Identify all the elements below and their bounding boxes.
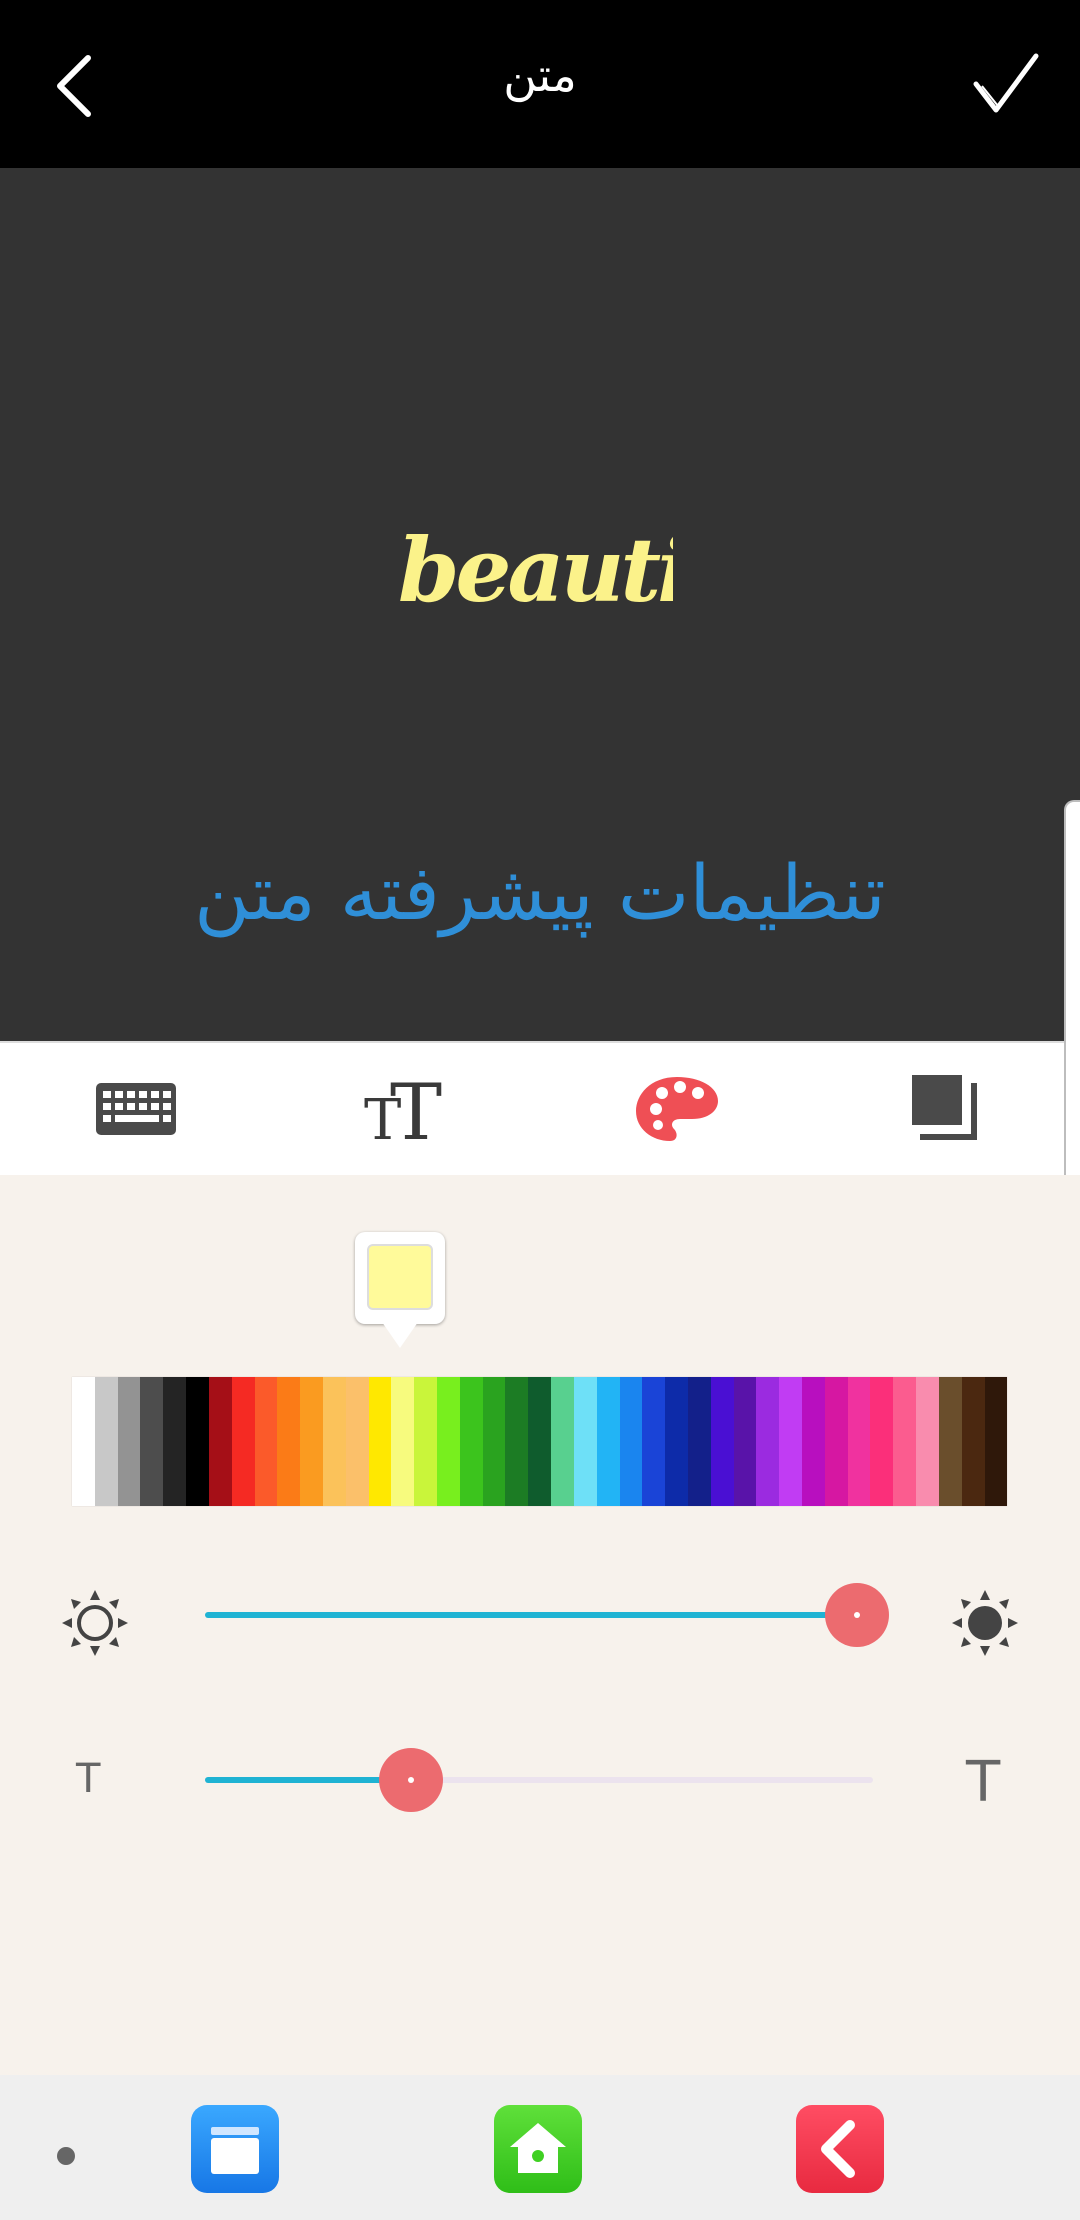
svg-text:T: T (390, 1069, 442, 1149)
tab-color[interactable] (632, 1069, 722, 1149)
sample-text[interactable]: beautiful (398, 518, 673, 622)
color-swatch[interactable] (802, 1377, 825, 1506)
text-size-slider-thumb[interactable] (379, 1748, 443, 1812)
color-swatch[interactable] (391, 1377, 415, 1506)
top-bar: متن (0, 0, 1080, 168)
text-font-icon: T T (364, 1068, 442, 1158)
home-icon (510, 2123, 566, 2173)
color-swatch[interactable] (870, 1377, 894, 1506)
back-nav-button[interactable] (796, 2105, 884, 2193)
color-swatch[interactable] (733, 1377, 757, 1506)
color-palette[interactable] (72, 1377, 1008, 1506)
brightness-track-fill (205, 1612, 857, 1618)
color-swatch[interactable] (368, 1377, 392, 1506)
color-swatch[interactable] (893, 1377, 917, 1506)
selected-color-swatch (367, 1244, 433, 1310)
color-swatch[interactable] (528, 1377, 552, 1506)
color-swatch[interactable] (482, 1377, 506, 1506)
checkmark-icon (973, 53, 1039, 113)
color-swatch[interactable] (551, 1377, 574, 1506)
color-swatch[interactable] (94, 1377, 118, 1506)
stack-icon (211, 2127, 259, 2174)
tab-shadow[interactable] (902, 1069, 992, 1149)
color-swatch[interactable] (916, 1377, 939, 1506)
color-swatch[interactable] (505, 1377, 529, 1506)
color-swatch[interactable] (847, 1377, 871, 1506)
color-swatch[interactable] (961, 1377, 985, 1506)
selected-color-preview (355, 1232, 445, 1348)
color-swatch[interactable] (231, 1377, 255, 1506)
color-swatch[interactable] (414, 1377, 437, 1506)
color-swatch[interactable] (710, 1377, 734, 1506)
color-swatch[interactable] (277, 1377, 301, 1506)
back-arrow-icon (821, 2120, 855, 2178)
advanced-settings-label[interactable]: تنظیمات پیشرفته متن (0, 848, 1080, 937)
recent-apps-button[interactable] (191, 2105, 279, 2193)
tab-keyboard[interactable] (92, 1069, 182, 1149)
keyboard-icon (96, 1083, 176, 1135)
text-size-small-label: T (76, 1756, 101, 1802)
color-swatch[interactable] (208, 1377, 232, 1506)
color-swatch[interactable] (573, 1377, 597, 1506)
bottom-navigation (0, 2075, 1080, 2220)
side-drawer-handle[interactable] (1064, 800, 1080, 1240)
brightness-low-icon (62, 1590, 128, 1656)
palette-icon (636, 1077, 718, 1141)
color-swatch[interactable] (938, 1377, 962, 1506)
brightness-high-icon (952, 1590, 1018, 1656)
color-swatch[interactable] (437, 1377, 460, 1506)
color-swatch[interactable] (186, 1377, 209, 1506)
text-preview-canvas: beautiful تنظیمات پیشرفته متن (0, 168, 1080, 1041)
color-swatch[interactable] (665, 1377, 688, 1506)
color-swatch[interactable] (687, 1377, 711, 1506)
color-swatch[interactable] (619, 1377, 643, 1506)
color-swatch[interactable] (72, 1377, 95, 1506)
brightness-slider-thumb[interactable] (825, 1583, 889, 1647)
color-swatch[interactable] (117, 1377, 141, 1506)
color-swatch[interactable] (300, 1377, 323, 1506)
color-swatch[interactable] (459, 1377, 483, 1506)
color-panel (0, 1175, 1080, 2075)
home-button[interactable] (494, 2105, 582, 2193)
color-swatch[interactable] (756, 1377, 780, 1506)
preview-pointer (382, 1322, 418, 1348)
page-title: متن (503, 48, 577, 102)
color-swatch[interactable] (254, 1377, 278, 1506)
color-swatch[interactable] (642, 1377, 666, 1506)
color-swatch[interactable] (779, 1377, 802, 1506)
tab-font[interactable]: T T (362, 1068, 452, 1158)
color-swatch[interactable] (824, 1377, 848, 1506)
color-swatch[interactable] (322, 1377, 346, 1506)
confirm-button[interactable] (960, 44, 1060, 124)
color-swatch[interactable] (163, 1377, 187, 1506)
color-swatch[interactable] (984, 1377, 1008, 1506)
dot-icon (57, 2147, 75, 2165)
color-swatch[interactable] (345, 1377, 369, 1506)
text-size-large-label: T (966, 1750, 1001, 1815)
shadow-icon (912, 1075, 977, 1140)
color-swatch[interactable] (596, 1377, 620, 1506)
color-swatch[interactable] (140, 1377, 164, 1506)
text-size-track-rest (411, 1777, 873, 1783)
tool-tabs: T T (0, 1041, 1064, 1175)
